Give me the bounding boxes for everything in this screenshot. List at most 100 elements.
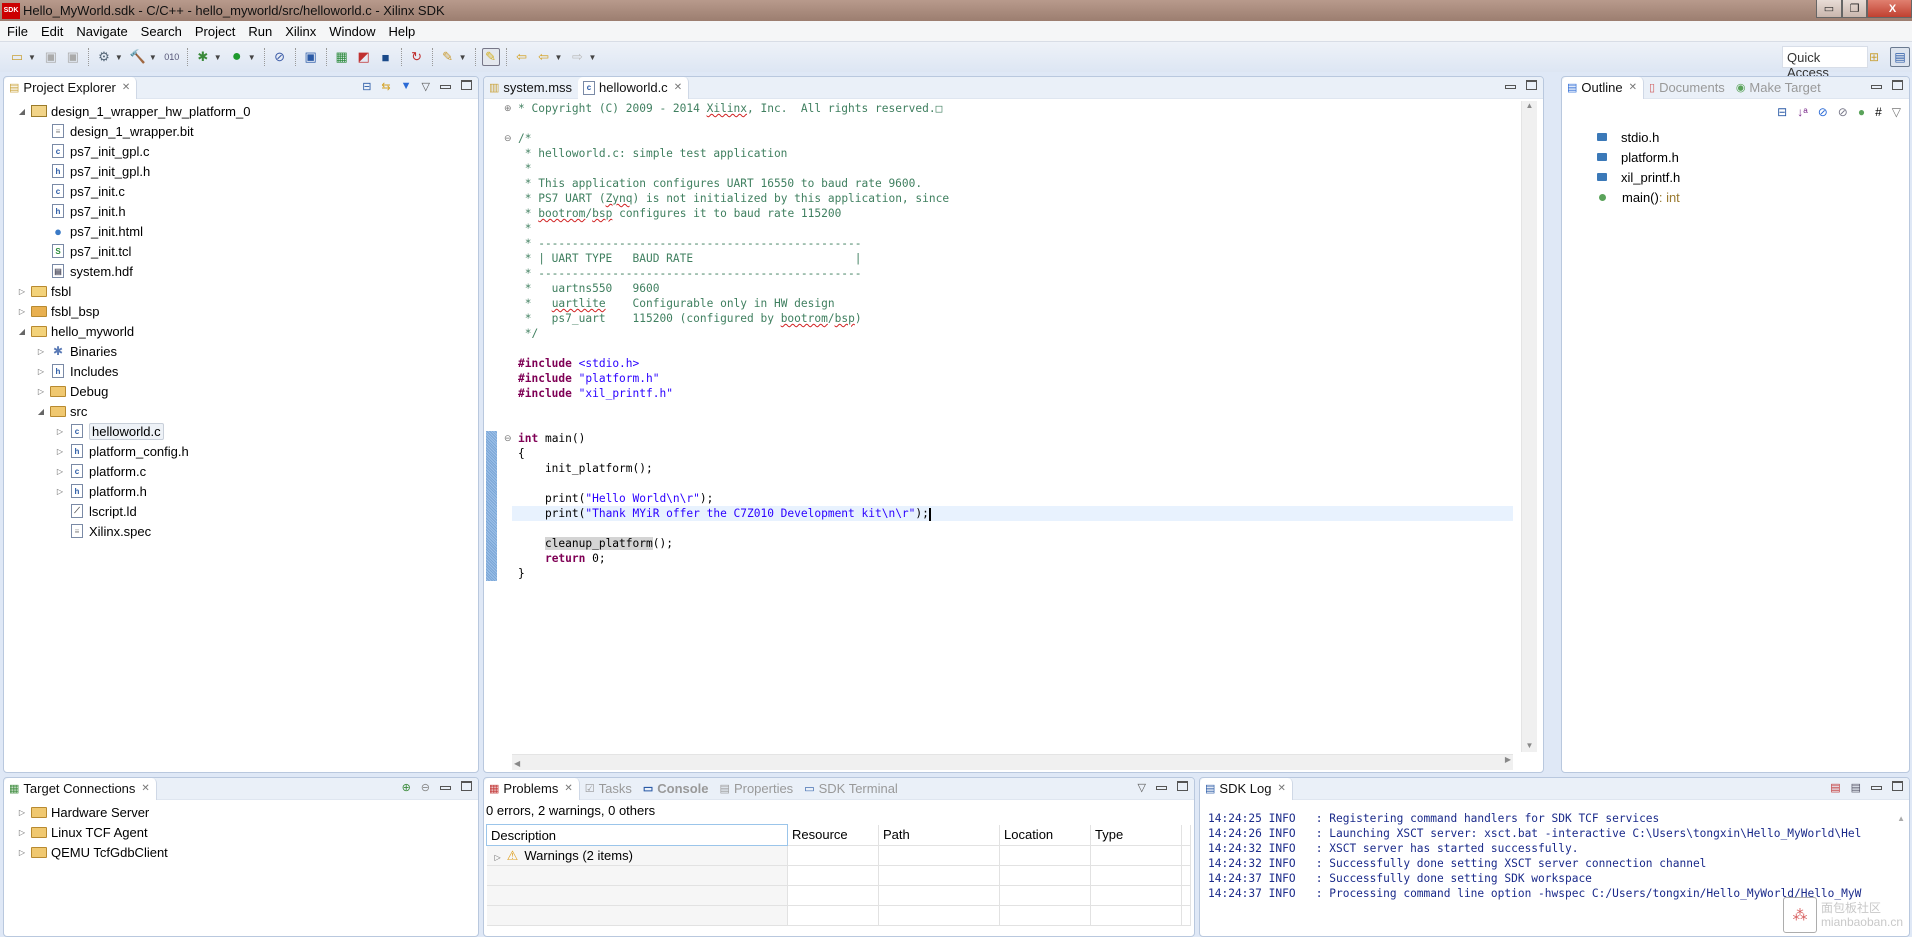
outline-item[interactable]: xil_printf.h: [1562, 167, 1909, 187]
sdk-log-output[interactable]: 14:24:25 INFO : Registering command hand…: [1208, 811, 1889, 901]
expand-arrow-icon[interactable]: ▷: [54, 447, 66, 456]
build-icon[interactable]: 🔨: [129, 48, 147, 66]
maximize-view-icon[interactable]: [461, 80, 472, 90]
close-tab-icon[interactable]: ✕: [674, 82, 682, 93]
vertical-scrollbar[interactable]: ▲ ▼: [1521, 101, 1537, 752]
column-path[interactable]: Path: [878, 824, 1000, 846]
code-line[interactable]: return 0;: [512, 551, 1513, 566]
minimize-view-icon[interactable]: [1505, 85, 1516, 89]
close-tab-icon[interactable]: ✕: [141, 783, 149, 794]
expand-arrow-icon[interactable]: ▷: [54, 487, 66, 496]
close-button[interactable]: X: [1867, 0, 1912, 18]
highlight-icon[interactable]: ✎: [481, 48, 500, 66]
tab-tasks[interactable]: ☑ Tasks: [580, 778, 638, 800]
menu-run[interactable]: Run: [241, 24, 278, 39]
code-line[interactable]: * | UART TYPE BAUD RATE |: [512, 251, 1513, 266]
xsct-console-icon[interactable]: ▣: [302, 48, 320, 66]
code-line[interactable]: *: [512, 161, 1513, 176]
tree-item-xilinx-spec[interactable]: ≡ Xilinx.spec: [4, 521, 478, 541]
code-line[interactable]: * uartns550 9600: [512, 281, 1513, 296]
expand-arrow-icon[interactable]: ▷: [16, 828, 28, 837]
code-line[interactable]: * ps7_uart 115200 (configured by bootrom…: [512, 311, 1513, 326]
tree-item-fsbl[interactable]: ▷ fsbl: [4, 281, 478, 301]
connection-item[interactable]: ▷ Hardware Server: [4, 802, 478, 822]
close-tab-icon[interactable]: ✕: [564, 783, 572, 794]
tree-item-design-1-wrapper-hw-platform-0[interactable]: ◢ design_1_wrapper_hw_platform_0: [4, 101, 478, 121]
outline-item[interactable]: stdio.h: [1562, 127, 1909, 147]
code-line[interactable]: [512, 401, 1513, 416]
tab-project-explorer[interactable]: ▤ Project Explorer ✕: [4, 77, 138, 99]
binary-icon[interactable]: 010: [163, 48, 181, 66]
hide-macros-icon[interactable]: #: [1875, 105, 1882, 119]
horizontal-scrollbar[interactable]: ◀ ▶: [512, 754, 1513, 770]
maximize-view-icon[interactable]: [461, 781, 472, 791]
close-tab-icon[interactable]: ✕: [1277, 783, 1285, 794]
collapse-fold-icon[interactable]: ⊖: [504, 433, 512, 444]
menu-xilinx[interactable]: Xilinx: [278, 24, 322, 39]
tree-item-ps7-init-tcl[interactable]: Sps7_init.tcl: [4, 241, 478, 261]
code-line[interactable]: * Copyright (C) 2009 - 2014 Xilinx, Inc.…: [512, 101, 1513, 116]
tree-item-ps7-init-gpl-h[interactable]: h ps7_init_gpl.h: [4, 161, 478, 181]
last-edit-icon[interactable]: ⇦: [513, 48, 531, 66]
code-line[interactable]: /*: [512, 131, 1513, 146]
outline-item[interactable]: main() : int: [1562, 187, 1909, 207]
expand-arrow-icon[interactable]: ▷: [16, 808, 28, 817]
expand-icon[interactable]: ▷: [495, 853, 501, 862]
log-scroll-up-icon[interactable]: ▲: [1897, 814, 1905, 823]
code-line[interactable]: * helloworld.c: simple test application: [512, 146, 1513, 161]
table-row[interactable]: ▷ ⚠ Warnings (2 items): [486, 845, 1191, 866]
maximize-view-icon[interactable]: [1892, 781, 1903, 791]
minimize-view-icon[interactable]: [1871, 786, 1882, 790]
code-line[interactable]: #include "platform.h": [512, 371, 1513, 386]
annotation-icon[interactable]: ✎: [439, 48, 457, 66]
run-icon[interactable]: ●: [228, 48, 246, 66]
code-line[interactable]: init_platform();: [512, 461, 1513, 476]
collapse-arrow-icon[interactable]: ◢: [16, 107, 28, 116]
repository-icon[interactable]: ↻: [408, 48, 426, 66]
save-all-icon[interactable]: ▣: [64, 48, 82, 66]
tree-item-ps7-init-h[interactable]: h ps7_init.h: [4, 201, 478, 221]
tree-item-fsbl-bsp[interactable]: ▷ fsbl_bsp: [4, 301, 478, 321]
restore-button[interactable]: ❐: [1842, 0, 1867, 18]
expand-arrow-icon[interactable]: ▷: [54, 467, 66, 476]
tree-item-binaries[interactable]: ▷ ✱ Binaries: [4, 341, 478, 361]
filter-icon[interactable]: ▼: [401, 80, 412, 93]
code-line[interactable]: [512, 476, 1513, 491]
new-connection-icon[interactable]: ⊕: [402, 781, 411, 794]
annotation-dropdown-icon[interactable]: ▼: [459, 53, 467, 62]
maximize-view-icon[interactable]: [1892, 80, 1903, 90]
expand-arrow-icon[interactable]: ▷: [16, 287, 28, 296]
menu-search[interactable]: Search: [134, 24, 188, 39]
tree-item-hello-myworld[interactable]: ◢ hello_myworld: [4, 321, 478, 341]
expand-arrow-icon[interactable]: ▷: [16, 848, 28, 857]
code-line[interactable]: * bootrom/bsp configures it to baud rate…: [512, 206, 1513, 221]
tree-item-helloworld-c[interactable]: ▷ c helloworld.c: [4, 421, 478, 441]
tree-item-debug[interactable]: ▷ Debug: [4, 381, 478, 401]
view-menu-icon[interactable]: ▽: [1138, 781, 1146, 794]
c-perspective-icon[interactable]: ▤: [1890, 47, 1910, 67]
view-menu-icon[interactable]: ▽: [1892, 105, 1901, 119]
menu-file[interactable]: File: [0, 24, 34, 39]
code-line[interactable]: *: [512, 221, 1513, 236]
quick-access-input[interactable]: Quick Access: [1782, 46, 1868, 80]
tab-target-connections[interactable]: ▦ Target Connections ✕: [4, 778, 157, 800]
collapse-arrow-icon[interactable]: ◢: [16, 327, 28, 336]
back-dropdown-icon[interactable]: ▼: [555, 53, 563, 62]
expand-arrow-icon[interactable]: ▷: [35, 387, 47, 396]
connection-item[interactable]: ▷ Linux TCF Agent: [4, 822, 478, 842]
tree-item-lscript-ld[interactable]: ⟋ lscript.ld: [4, 501, 478, 521]
new-dropdown-icon[interactable]: ▼: [28, 53, 36, 62]
sort-icon[interactable]: ↓ᵃ: [1797, 105, 1807, 119]
new-icon[interactable]: ▭: [8, 48, 26, 66]
expand-arrow-icon[interactable]: ▷: [35, 347, 47, 356]
code-line[interactable]: */: [512, 326, 1513, 341]
connection-item[interactable]: ▷ QEMU TcfGdbClient: [4, 842, 478, 862]
tree-item-ps7-init-c[interactable]: c ps7_init.c: [4, 181, 478, 201]
tree-item-ps7-init-gpl-c[interactable]: c ps7_init_gpl.c: [4, 141, 478, 161]
code-line[interactable]: [512, 521, 1513, 536]
run-dropdown-icon[interactable]: ▼: [248, 53, 256, 62]
clear-log-icon[interactable]: ▤: [1830, 781, 1840, 794]
xilinx-tool-icon[interactable]: ◩: [355, 48, 373, 66]
code-line[interactable]: * --------------------------------------…: [512, 236, 1513, 251]
code-line[interactable]: * This application configures UART 16550…: [512, 176, 1513, 191]
